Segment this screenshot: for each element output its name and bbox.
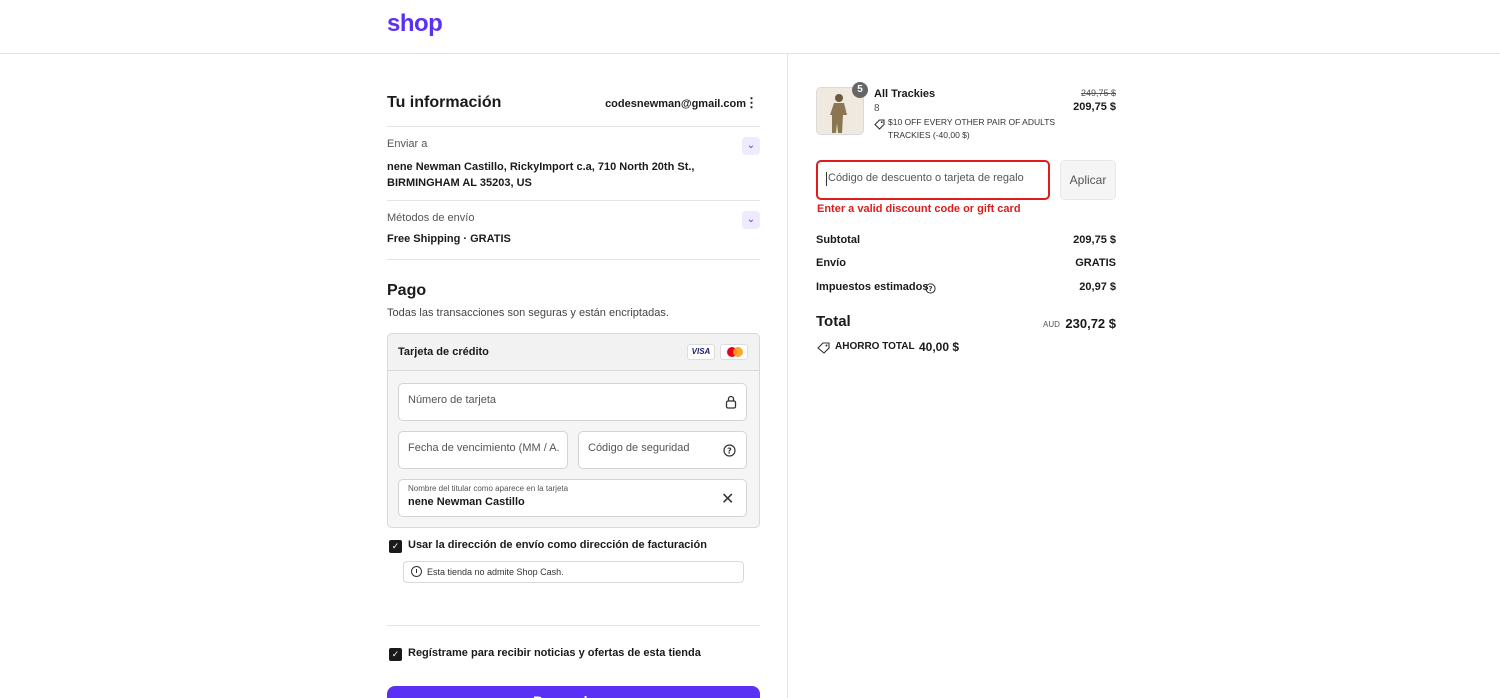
savings-tag-icon bbox=[817, 342, 830, 354]
subtotal-label: Subtotal bbox=[816, 234, 860, 246]
cardholder-name-label: Nombre del titular como aparece en la ta… bbox=[408, 484, 569, 493]
subtotal-value: 209,75 $ bbox=[1073, 234, 1116, 246]
shop-cash-note: Esta tienda no admite Shop Cash. bbox=[427, 567, 564, 577]
credit-card-header[interactable]: Tarjeta de crédito VISA bbox=[388, 334, 759, 371]
discount-code-placeholder: Código de descuento o tarjeta de regalo bbox=[828, 172, 1024, 184]
product-name: All Trackies bbox=[874, 88, 936, 100]
svg-text:?: ? bbox=[727, 447, 732, 456]
discount-code-input[interactable]: Código de descuento o tarjeta de regalo bbox=[816, 160, 1050, 200]
payment-subtitle: Todas las transacciones son seguras y es… bbox=[387, 307, 669, 319]
ship-to-label: Enviar a bbox=[387, 138, 428, 150]
taxes-value: 20,97 $ bbox=[1079, 281, 1116, 293]
billing-same-checkbox[interactable]: ✓ bbox=[389, 540, 402, 553]
security-code-input[interactable]: Código de seguridad ? bbox=[578, 431, 747, 469]
security-code-placeholder: Código de seguridad bbox=[588, 442, 690, 454]
visa-icon: VISA bbox=[687, 344, 715, 360]
expiry-input[interactable]: Fecha de vencimiento (MM / A. bbox=[398, 431, 568, 469]
column-divider bbox=[787, 54, 788, 698]
info-title: Tu información bbox=[387, 94, 502, 111]
newsletter-checkbox[interactable]: ✓ bbox=[389, 648, 402, 661]
shop-logo[interactable]: shop bbox=[387, 10, 443, 38]
newsletter-label: Regístrame para recibir noticias y ofert… bbox=[408, 647, 701, 659]
shipping-method-value: Free Shipping · GRATIS bbox=[387, 233, 511, 245]
discount-error: Enter a valid discount code or gift card bbox=[817, 203, 1021, 215]
divider bbox=[387, 200, 760, 201]
card-number-placeholder: Número de tarjeta bbox=[408, 394, 497, 406]
top-bar: shop bbox=[0, 0, 1500, 54]
shipping-label: Envío bbox=[816, 257, 846, 269]
shipping-method-expand-icon[interactable]: ⌄ bbox=[742, 211, 760, 229]
total-value: 230,72 $ bbox=[1065, 316, 1116, 331]
discount-tag-icon bbox=[874, 117, 885, 130]
account-email: codesnewman@gmail.com bbox=[605, 98, 746, 110]
total-label: Total bbox=[816, 313, 851, 330]
apply-discount-button[interactable]: Aplicar bbox=[1060, 160, 1116, 200]
total-currency: AUD bbox=[1043, 320, 1060, 329]
product-variant: 8 bbox=[874, 103, 880, 114]
cardholder-name-value: nene Newman Castillo bbox=[408, 496, 525, 508]
card-number-input[interactable]: Número de tarjeta bbox=[398, 383, 747, 421]
cardholder-name-input[interactable]: Nombre del titular como aparece en la ta… bbox=[398, 479, 747, 517]
pay-now-button[interactable]: Pagar ahora bbox=[387, 686, 760, 698]
taxes-label: Impuestos estimados bbox=[816, 281, 929, 293]
clear-icon[interactable]: ✕ bbox=[721, 489, 734, 509]
ship-to-expand-icon[interactable]: ⌄ bbox=[742, 137, 760, 155]
savings-label: AHORRO TOTAL bbox=[835, 341, 915, 352]
original-price: 249,75 $ bbox=[1080, 88, 1116, 98]
shipping-value: GRATIS bbox=[1075, 257, 1116, 269]
divider bbox=[387, 625, 760, 626]
credit-card-label: Tarjeta de crédito bbox=[398, 346, 489, 358]
expiry-placeholder: Fecha de vencimiento (MM / A. bbox=[408, 442, 560, 454]
svg-text:?: ? bbox=[928, 285, 932, 293]
divider bbox=[387, 126, 760, 127]
account-menu-icon[interactable]: ⋮ bbox=[745, 96, 758, 110]
mastercard-icon bbox=[720, 344, 748, 360]
credit-card-panel: Tarjeta de crédito VISA Número de tarjet… bbox=[387, 333, 760, 528]
quantity-badge: 5 bbox=[852, 82, 868, 98]
product-discount: $10 OFF EVERY OTHER PAIR OF ADULTS TRACK… bbox=[888, 117, 1056, 140]
shop-cash-notice: ı Esta tienda no admite Shop Cash. bbox=[403, 561, 744, 583]
billing-same-label: Usar la dirección de envío como direcció… bbox=[408, 539, 707, 551]
shipping-method-label: Métodos de envío bbox=[387, 212, 475, 224]
clock-icon: ı bbox=[411, 566, 422, 577]
taxes-help-icon[interactable]: ? bbox=[925, 283, 936, 294]
help-icon[interactable]: ? bbox=[723, 444, 736, 457]
payment-title: Pago bbox=[387, 282, 427, 299]
lock-icon bbox=[725, 395, 737, 409]
savings-value: 40,00 $ bbox=[919, 340, 960, 354]
text-cursor bbox=[826, 172, 827, 186]
product-price: 209,75 $ bbox=[1073, 101, 1116, 113]
ship-to-address: nene Newman Castillo, RickyImport c.a, 7… bbox=[387, 161, 695, 189]
divider bbox=[387, 259, 760, 260]
